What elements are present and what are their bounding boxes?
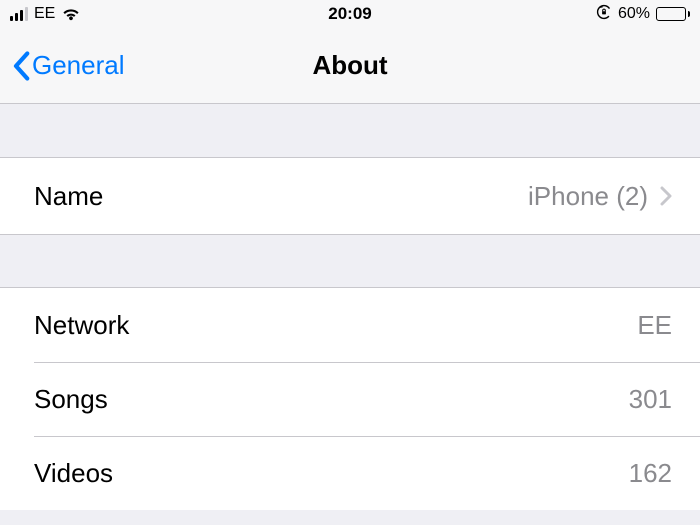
list-group-name: Name iPhone (2) — [0, 158, 700, 234]
rotation-lock-icon — [596, 4, 612, 24]
group-spacer — [0, 234, 700, 288]
battery-icon — [656, 7, 690, 21]
row-label: Songs — [34, 384, 108, 415]
status-time: 20:09 — [328, 4, 371, 24]
row-label: Videos — [34, 458, 113, 489]
wifi-icon — [61, 7, 81, 21]
row-value: EE — [637, 310, 672, 341]
battery-percent: 60% — [618, 5, 650, 23]
row-value: 301 — [629, 384, 672, 415]
chevron-right-icon — [660, 186, 672, 206]
row-name[interactable]: Name iPhone (2) — [0, 158, 700, 234]
row-network: Network EE — [0, 288, 700, 362]
nav-bar: General About — [0, 28, 700, 104]
signal-bars-icon — [10, 7, 28, 21]
list-group-details: Network EE Songs 301 Videos 162 — [0, 288, 700, 510]
group-spacer — [0, 104, 700, 158]
back-label: General — [32, 50, 125, 81]
row-label: Name — [34, 181, 103, 212]
row-value: 162 — [629, 458, 672, 489]
row-value-text: iPhone (2) — [528, 181, 648, 212]
row-value: iPhone (2) — [528, 181, 672, 212]
row-videos: Videos 162 — [0, 436, 700, 510]
settings-about-screen: EE 20:09 60% — [0, 0, 700, 525]
carrier-label: EE — [34, 5, 55, 23]
chevron-left-icon — [12, 51, 30, 81]
status-left: EE — [10, 5, 81, 23]
back-button[interactable]: General — [0, 50, 125, 81]
page-title: About — [312, 50, 387, 81]
status-bar: EE 20:09 60% — [0, 0, 700, 28]
row-songs: Songs 301 — [0, 362, 700, 436]
status-right: 60% — [596, 4, 690, 24]
row-label: Network — [34, 310, 129, 341]
